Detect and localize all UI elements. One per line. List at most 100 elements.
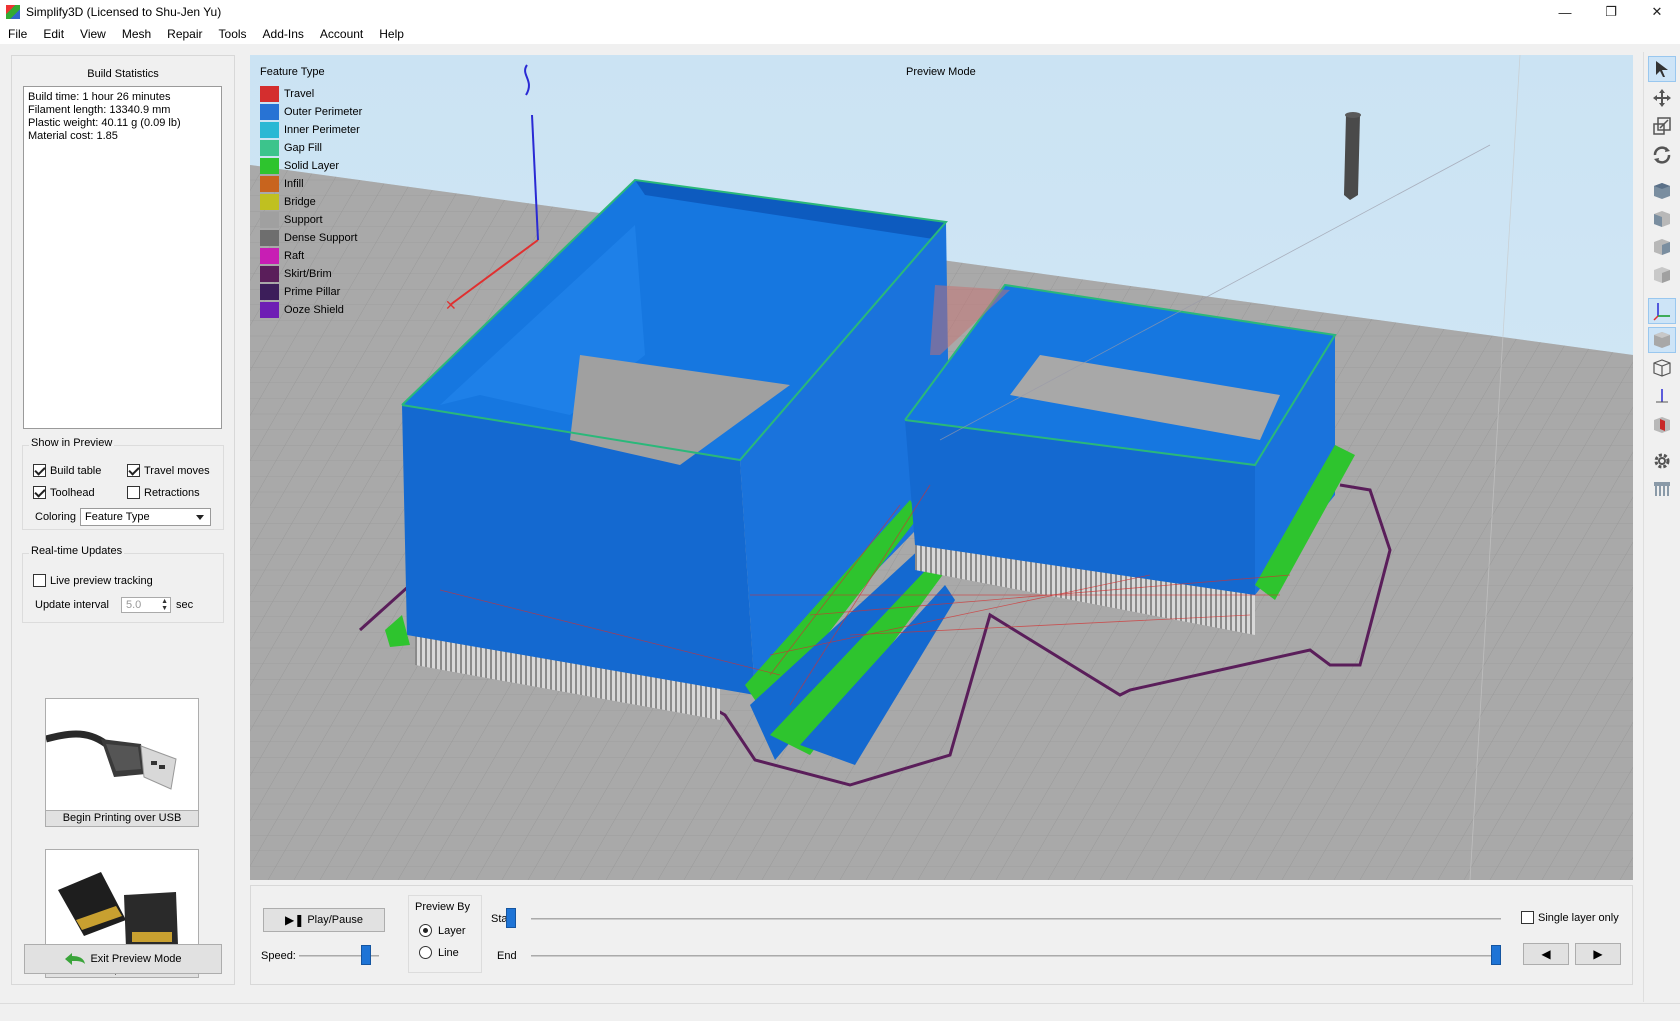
legend-item: Gap Fill xyxy=(260,139,362,157)
legend-label: Ooze Shield xyxy=(284,304,344,316)
menu-repair[interactable]: Repair xyxy=(159,27,210,41)
menu-file[interactable]: File xyxy=(0,27,35,41)
menu-mesh[interactable]: Mesh xyxy=(114,27,159,41)
legend-label: Support xyxy=(284,214,323,226)
begin-printing-usb-button[interactable]: Begin Printing over USB xyxy=(45,698,199,827)
legend-swatch xyxy=(260,104,279,120)
minimize-button[interactable]: — xyxy=(1542,0,1588,24)
end-slider-handle[interactable] xyxy=(1491,945,1501,965)
legend-swatch xyxy=(260,302,279,318)
stat-material-cost: Material cost: 1.85 xyxy=(28,130,118,142)
z-axis-icon[interactable] xyxy=(1648,383,1676,409)
legend-item: Skirt/Brim xyxy=(260,265,362,283)
wireframe-cube-icon[interactable] xyxy=(1648,355,1676,381)
toolhead-check-box[interactable] xyxy=(33,486,46,499)
update-interval-unit: sec xyxy=(176,599,194,611)
line-radio-circle[interactable] xyxy=(419,946,432,959)
menu-add-ins[interactable]: Add-Ins xyxy=(255,27,312,41)
preview-viewport[interactable]: ✕ Feature Type Preview Mode Travel Outer… xyxy=(250,55,1633,880)
build-table-label: Build table xyxy=(50,464,102,477)
rotate-icon[interactable] xyxy=(1648,142,1676,168)
view-cube-iso-icon[interactable] xyxy=(1648,262,1676,288)
show-in-preview-title: Show in Preview xyxy=(29,437,115,449)
legend-title: Feature Type xyxy=(260,66,325,78)
close-button[interactable]: ✕ xyxy=(1634,0,1680,24)
live-preview-tracking-checkbox[interactable]: Live preview tracking xyxy=(33,574,153,587)
show-in-preview-group: Show in Preview Build table Travel moves… xyxy=(22,437,224,530)
app-logo-icon xyxy=(6,5,20,19)
restore-button[interactable]: ❐ xyxy=(1588,0,1634,24)
speed-slider-handle[interactable] xyxy=(360,945,371,965)
update-interval-input[interactable]: 5.0 ▲ ▼ xyxy=(121,597,171,613)
travel-moves-label: Travel moves xyxy=(144,464,210,477)
toolhead-checkbox[interactable]: Toolhead xyxy=(33,486,95,499)
toolhead-label: Toolhead xyxy=(50,486,95,499)
menu-view[interactable]: View xyxy=(72,27,114,41)
legend-swatch xyxy=(260,230,279,246)
view-cube-front-icon[interactable] xyxy=(1648,206,1676,232)
legend-label: Raft xyxy=(284,250,305,262)
menu-help[interactable]: Help xyxy=(371,27,412,41)
view-cube-side-icon[interactable] xyxy=(1648,234,1676,260)
layer-radio-label: Layer xyxy=(438,924,466,937)
legend-label: Outer Perimeter xyxy=(284,106,363,118)
menu-tools[interactable]: Tools xyxy=(211,27,255,41)
travel-moves-checkbox[interactable]: Travel moves xyxy=(127,464,210,477)
legend-swatch xyxy=(260,248,279,264)
update-interval-label: Update interval xyxy=(35,599,109,611)
move-icon[interactable] xyxy=(1648,85,1676,111)
legend-item: Outer Perimeter xyxy=(260,103,362,121)
legend-item: Ooze Shield xyxy=(260,301,362,319)
layer-radio-circle[interactable] xyxy=(419,924,432,937)
exit-preview-mode-button[interactable]: Exit Preview Mode xyxy=(24,944,222,974)
support-icon[interactable] xyxy=(1648,476,1676,502)
spin-arrows-icon[interactable]: ▲ ▼ xyxy=(161,598,168,612)
legend-label: Travel xyxy=(284,88,315,100)
line-radio[interactable]: Line xyxy=(419,946,459,959)
left-panel: Build Statistics Build time: 1 hour 26 m… xyxy=(11,55,235,985)
travel-moves-check-box[interactable] xyxy=(127,464,140,477)
preview-mode-label: Preview Mode xyxy=(906,66,976,78)
scale-icon[interactable] xyxy=(1648,113,1676,139)
preview-by-title: Preview By xyxy=(415,901,471,913)
select-arrow-icon[interactable] xyxy=(1648,56,1676,82)
layer-radio[interactable]: Layer xyxy=(419,924,466,937)
start-slider-track[interactable] xyxy=(531,918,1501,920)
coloring-select[interactable]: Feature Type xyxy=(80,508,211,526)
menu-bar: File Edit View Mesh Repair Tools Add-Ins… xyxy=(0,24,1680,44)
end-slider-track[interactable] xyxy=(531,955,1501,957)
legend-swatch xyxy=(260,158,279,174)
view-cube-top-icon[interactable] xyxy=(1648,178,1676,204)
cross-section-icon[interactable] xyxy=(1648,412,1676,438)
previous-layer-button[interactable]: ◀ xyxy=(1523,943,1569,965)
next-layer-button[interactable]: ▶ xyxy=(1575,943,1621,965)
build-statistics-box[interactable]: Build time: 1 hour 26 minutes Filament l… xyxy=(23,86,222,429)
legend-swatch xyxy=(260,212,279,228)
scene-canvas[interactable]: ✕ xyxy=(250,55,1633,880)
play-pause-button[interactable]: ▶❚ Play/Pause xyxy=(263,908,385,932)
live-preview-check-box[interactable] xyxy=(33,574,46,587)
feature-type-legend: Travel Outer Perimeter Inner Perimeter G… xyxy=(260,85,362,319)
single-layer-only-checkbox[interactable]: Single layer only xyxy=(1521,911,1619,924)
line-radio-label: Line xyxy=(438,946,459,959)
single-layer-label: Single layer only xyxy=(1538,911,1619,924)
build-table-check-box[interactable] xyxy=(33,464,46,477)
legend-swatch xyxy=(260,194,279,210)
menu-account[interactable]: Account xyxy=(312,27,371,41)
single-layer-check-box[interactable] xyxy=(1521,911,1534,924)
menu-edit[interactable]: Edit xyxy=(35,27,72,41)
play-pause-label: Play/Pause xyxy=(307,914,363,926)
axes-icon[interactable] xyxy=(1648,298,1676,324)
build-table-checkbox[interactable]: Build table xyxy=(33,464,101,477)
settings-gear-icon[interactable] xyxy=(1648,448,1676,474)
retractions-checkbox[interactable]: Retractions xyxy=(127,486,200,499)
right-toolbar xyxy=(1643,52,1680,1002)
start-slider-handle[interactable] xyxy=(506,908,516,928)
retractions-check-box[interactable] xyxy=(127,486,140,499)
solid-cube-icon[interactable] xyxy=(1648,327,1676,353)
legend-swatch xyxy=(260,176,279,192)
legend-label: Infill xyxy=(284,178,304,190)
update-interval-value: 5.0 xyxy=(126,599,142,611)
speed-label: Speed: xyxy=(261,950,296,962)
preview-by-group: Preview By Layer Line xyxy=(408,895,482,973)
